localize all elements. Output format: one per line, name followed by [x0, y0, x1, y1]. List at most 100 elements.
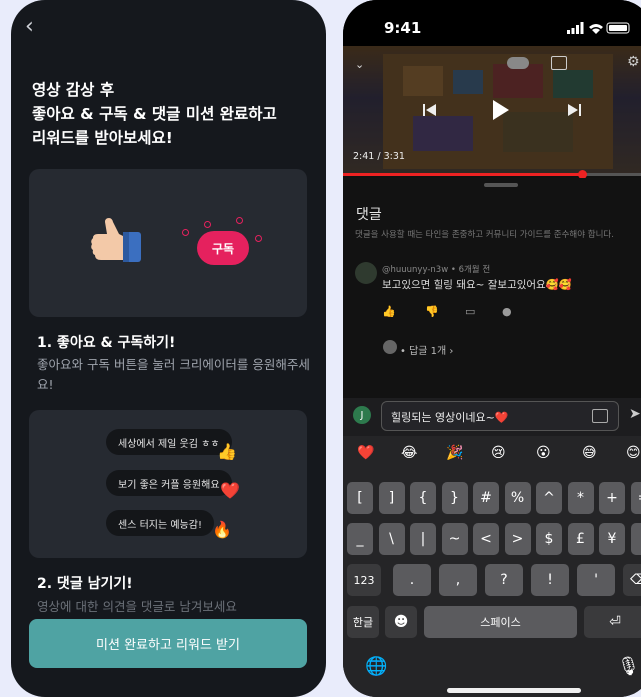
key[interactable]: {: [410, 482, 436, 514]
key[interactable]: ': [577, 564, 615, 596]
return-key[interactable]: ⏎: [584, 606, 641, 638]
keyboard: ❤️ 😂 🎉 😢 😮 😅 😊 []{}#%^*+= _\|~<>$£¥• 123…: [343, 436, 641, 697]
headline-line-2: 좋아요 & 구독 & 댓글 미션 완료하고: [32, 105, 277, 123]
key[interactable]: >: [504, 523, 531, 555]
comment-bubble: 세상에서 제일 웃김 ㅎㅎ: [106, 429, 232, 455]
dislike-icon[interactable]: 👎: [425, 305, 439, 318]
key[interactable]: ¥: [599, 523, 625, 555]
replies-toggle[interactable]: • 답글 1개 ›: [400, 342, 453, 357]
key[interactable]: <: [473, 523, 499, 555]
drag-handle[interactable]: [484, 183, 518, 187]
sparkle-icon: [182, 229, 189, 236]
key[interactable]: !: [531, 564, 569, 596]
key[interactable]: ~: [441, 523, 468, 555]
comment-bubble: 보기 좋은 커플 응원해요: [106, 470, 232, 496]
send-icon[interactable]: ➤: [629, 406, 641, 422]
step-1-description: 좋아요와 구독 버튼을 눌러 크리에이터를 응원해주세요!: [37, 357, 310, 392]
step-2-title: 2. 댓글 남기기!: [37, 576, 133, 592]
autoplay-toggle[interactable]: [507, 57, 529, 69]
key[interactable]: ?: [485, 564, 523, 596]
language-key[interactable]: 한글: [347, 606, 379, 638]
numbers-key[interactable]: 123: [347, 564, 381, 596]
step-2-description: 영상에 대한 의견을 댓글로 남겨보세요: [37, 599, 237, 614]
comments-panel: 댓글 ✕ 댓글을 사용할 때는 타인을 존중하고 커뮤니티 가이드를 준수해야 …: [343, 178, 641, 398]
key[interactable]: .: [393, 564, 431, 596]
key[interactable]: _: [347, 523, 373, 555]
key[interactable]: \: [378, 523, 405, 555]
comment-author-meta[interactable]: @huuunyy-n3w • 6개월 전: [382, 263, 490, 275]
cast-icon[interactable]: [551, 56, 567, 70]
previous-icon[interactable]: [423, 104, 437, 116]
youtube-comment-screen: 9:41 ⌄ ⚙ 2:41 / 3:31 댓글 ✕ 댓글을 사용할: [343, 0, 641, 697]
key[interactable]: ^: [536, 482, 562, 514]
page-headline: 영상 감상 후 좋아요 & 구독 & 댓글 미션 완료하고 리워드를 받아보세요…: [32, 78, 312, 150]
sparkle-icon: [204, 221, 211, 228]
space-key[interactable]: 스페이스: [424, 606, 577, 638]
comment-bubble: 센스 터지는 예능감!: [106, 510, 214, 536]
comment-input[interactable]: 힐링되는 영상이네요~❤️: [381, 401, 619, 431]
backspace-key[interactable]: ⌫: [623, 564, 641, 596]
key[interactable]: %: [504, 482, 531, 514]
key[interactable]: =: [630, 482, 641, 514]
reply-icon[interactable]: ▭: [465, 305, 475, 318]
emoji-key[interactable]: 🎉: [446, 445, 463, 461]
key[interactable]: $: [536, 523, 562, 555]
status-time: 9:41: [384, 19, 422, 37]
comment-input-value[interactable]: 힐링되는 영상이네요~❤️: [391, 409, 509, 425]
mission-screen: ‹ 영상 감상 후 좋아요 & 구독 & 댓글 미션 완료하고 리워드를 받아보…: [11, 0, 326, 697]
video-progress-bar[interactable]: [343, 170, 641, 179]
headline-line-1: 영상 감상 후: [32, 81, 115, 99]
community-notice: 댓글을 사용할 때는 타인을 존중하고 커뮤니티 가이드를 준수해야 합니다.: [355, 230, 614, 240]
emoji-key[interactable]: 😢: [491, 445, 506, 461]
key[interactable]: ]: [378, 482, 405, 514]
like-icon[interactable]: 👍: [382, 305, 396, 318]
like-subscribe-illustration: 구독: [29, 169, 307, 317]
key[interactable]: [: [347, 482, 373, 514]
headline-line-3: 리워드를 받아보세요!: [32, 129, 173, 147]
video-time: 2:41 / 3:31: [353, 151, 405, 162]
key[interactable]: *: [567, 482, 594, 514]
key[interactable]: +: [599, 482, 625, 514]
emoji-key[interactable]: 😮: [536, 445, 551, 461]
key[interactable]: £: [567, 523, 594, 555]
comment-illustration: 세상에서 제일 웃김 ㅎㅎ 👍 보기 좋은 커플 응원해요 ❤️ 센스 터지는 …: [29, 410, 307, 558]
key[interactable]: ,: [439, 564, 477, 596]
emoji-key[interactable]: 😊: [626, 445, 641, 461]
chevron-down-icon[interactable]: ⌄: [355, 58, 364, 71]
globe-icon[interactable]: 🌐: [365, 656, 387, 677]
sparkle-icon: [255, 235, 262, 242]
timestamp-icon[interactable]: [592, 409, 608, 423]
bubble-text: 세상에서 제일 웃김 ㅎㅎ: [118, 438, 220, 450]
emoji-quick-row: ❤️ 😂 🎉 😢 😮 😅 😊: [343, 436, 641, 472]
thumbs-up-emoji: 👍: [217, 442, 237, 461]
key[interactable]: |: [410, 523, 436, 555]
key[interactable]: •: [630, 523, 641, 555]
back-chevron-icon[interactable]: ‹: [25, 14, 34, 39]
fire-emoji: 🔥: [212, 520, 232, 539]
subscribe-pill: 구독: [197, 231, 249, 265]
comments-title: 댓글: [356, 207, 382, 223]
avatar[interactable]: [355, 262, 377, 284]
bubble-text: 보기 좋은 커플 응원해요: [118, 479, 220, 491]
emoji-keyboard-key[interactable]: ☻: [385, 606, 417, 638]
emoji-key[interactable]: 😅: [582, 445, 597, 461]
microphone-icon[interactable]: 🎙: [617, 656, 640, 677]
next-icon[interactable]: [567, 104, 581, 116]
video-player[interactable]: ⌄ ⚙ 2:41 / 3:31: [343, 46, 641, 179]
step-1-title: 1. 좋아요 & 구독하기!: [37, 335, 176, 351]
creator-heart-icon[interactable]: ●: [502, 305, 512, 318]
comment-text: 보고있으면 힐링 돼요~ 잘보고있어요🥰🥰: [382, 279, 572, 291]
status-icons: [567, 22, 630, 34]
complete-mission-button[interactable]: 미션 완료하고 리워드 받기: [29, 619, 307, 668]
play-icon[interactable]: [493, 100, 509, 120]
sparkle-icon: [236, 217, 243, 224]
home-indicator: [447, 688, 581, 693]
emoji-key[interactable]: 😂: [401, 445, 417, 461]
reply-avatar: [383, 340, 397, 354]
key[interactable]: #: [473, 482, 499, 514]
status-bar: 9:41: [343, 0, 641, 46]
bubble-text: 센스 터지는 예능감!: [118, 519, 202, 531]
emoji-key[interactable]: ❤️: [357, 445, 374, 461]
settings-gear-icon[interactable]: ⚙: [627, 54, 640, 70]
key[interactable]: }: [441, 482, 468, 514]
